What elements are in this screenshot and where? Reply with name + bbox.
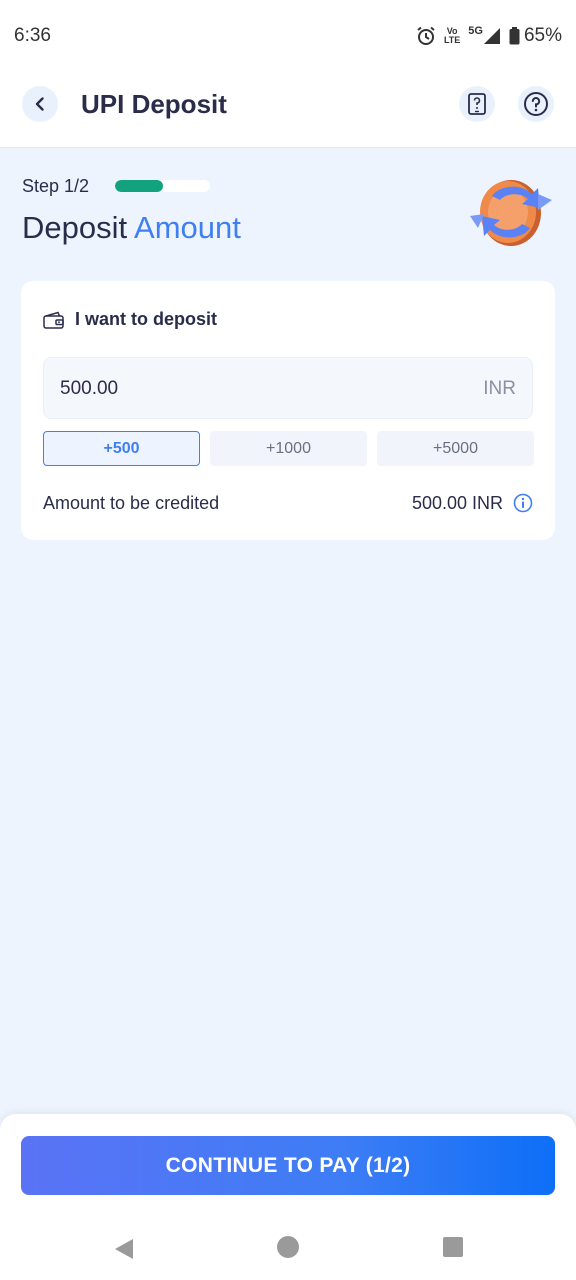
credited-value: 500.00 INR	[411, 493, 503, 513]
continue-to-pay-button[interactable]: CONTINUE TO PAY (1/2)	[21, 1136, 555, 1195]
back-button[interactable]	[22, 86, 58, 122]
heading-primary: Deposit	[22, 210, 128, 245]
back-arrow-icon	[35, 97, 44, 111]
wallet-icon	[43, 311, 64, 329]
quick-amount-5000-button[interactable]: +5000	[377, 431, 534, 466]
status-time: 6:36	[14, 25, 51, 46]
phone-help-icon	[468, 93, 486, 115]
network-type-label: 5G	[468, 25, 483, 37]
nav-home-icon[interactable]	[277, 1236, 299, 1258]
bottom-panel: CONTINUE TO PAY (1/2)	[0, 1114, 576, 1280]
volte-bottom-label: LTE	[443, 35, 461, 45]
battery-icon	[509, 27, 520, 45]
phone-help-button[interactable]	[459, 86, 495, 122]
card-title: I want to deposit	[75, 309, 217, 329]
nav-recent-icon[interactable]	[443, 1237, 463, 1257]
deposit-heading: Deposit Amount	[22, 210, 241, 246]
deposit-amount-input[interactable]: 500.00 INR	[43, 357, 533, 419]
help-button[interactable]	[518, 86, 554, 122]
amount-currency: INR	[483, 378, 516, 399]
step-progress-fill	[115, 180, 163, 192]
info-icon[interactable]	[513, 493, 533, 513]
signal-icon	[483, 28, 500, 44]
step-progress-bar	[115, 180, 210, 192]
quick-amount-1000-button[interactable]: +1000	[210, 431, 367, 466]
signal-group: 5G	[468, 25, 501, 45]
help-circle-icon	[524, 92, 548, 116]
app-header: UPI Deposit	[0, 72, 576, 148]
step-label: Step 1/2	[22, 176, 90, 196]
nav-back-icon[interactable]	[113, 1237, 135, 1261]
page-title: UPI Deposit	[81, 89, 227, 119]
credited-label: Amount to be credited	[43, 493, 220, 513]
amount-value: 500.00	[60, 378, 119, 399]
system-nav-bar	[0, 1220, 576, 1280]
card-title-row: I want to deposit	[43, 309, 217, 330]
status-bar: 6:36 Vo LTE 5G 65%	[0, 0, 576, 72]
deposit-card: I want to deposit 500.00 INR +500 +1000 …	[21, 281, 555, 540]
alarm-icon	[417, 26, 435, 45]
quick-amount-500-button[interactable]: +500	[43, 431, 200, 466]
status-icons: Vo LTE 5G 65%	[416, 25, 562, 47]
battery-percent: 65%	[523, 25, 562, 46]
deposit-exchange-icon	[470, 180, 552, 246]
heading-accent: Amount	[134, 210, 241, 245]
volte-icon: Vo LTE	[444, 27, 460, 45]
